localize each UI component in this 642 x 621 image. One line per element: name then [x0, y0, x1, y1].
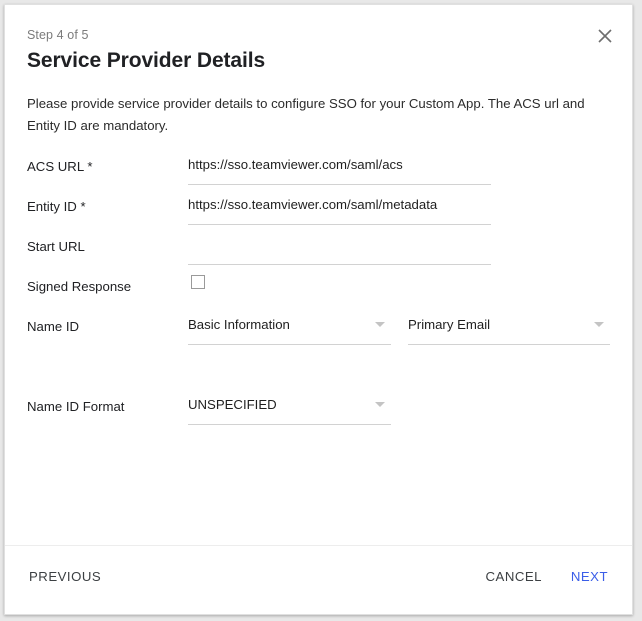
chevron-down-icon — [375, 322, 385, 327]
start-url-input[interactable] — [188, 227, 491, 265]
previous-button[interactable]: PREVIOUS — [29, 568, 101, 586]
name-id-label: Name ID — [27, 319, 80, 334]
page-title: Service Provider Details — [27, 49, 266, 72]
chevron-down-icon — [594, 322, 604, 327]
name-id-attribute-value: Primary Email — [408, 317, 491, 332]
name-id-category-value: Basic Information — [188, 317, 290, 332]
field-row-entity-id: Entity ID * https://sso.teamviewer.com/s… — [5, 187, 632, 227]
close-icon — [598, 29, 612, 43]
signed-response-label: Signed Response — [27, 279, 132, 294]
entity-id-value: https://sso.teamviewer.com/saml/metadata — [188, 197, 438, 212]
name-id-format-select[interactable]: UNSPECIFIED — [188, 387, 391, 425]
cancel-button[interactable]: CANCEL — [486, 568, 543, 586]
step-indicator: Step 4 of 5 — [27, 28, 89, 42]
acs-url-label: ACS URL * — [27, 159, 93, 174]
field-row-signed-response: Signed Response — [5, 267, 632, 307]
entity-id-input[interactable]: https://sso.teamviewer.com/saml/metadata — [188, 187, 491, 225]
dialog-header: Step 4 of 5 Service Provider Details Ple… — [5, 5, 632, 137]
field-row-acs-url: ACS URL * https://sso.teamviewer.com/sam… — [5, 147, 632, 187]
form-spacer — [5, 347, 632, 387]
next-button[interactable]: NEXT — [571, 568, 608, 586]
dialog-description: Please provide service provider details … — [27, 96, 585, 133]
acs-url-value: https://sso.teamviewer.com/saml/acs — [188, 157, 403, 172]
signed-response-checkbox[interactable] — [191, 275, 205, 289]
field-row-start-url: Start URL — [5, 227, 632, 267]
close-button[interactable] — [592, 23, 618, 49]
service-provider-form: ACS URL * https://sso.teamviewer.com/sam… — [5, 147, 632, 427]
chevron-down-icon — [375, 402, 385, 407]
name-id-category-select[interactable]: Basic Information — [188, 307, 391, 345]
acs-url-input[interactable]: https://sso.teamviewer.com/saml/acs — [188, 147, 491, 185]
name-id-attribute-select[interactable]: Primary Email — [408, 307, 610, 345]
field-row-name-id: Name ID Basic Information Primary Email — [5, 307, 632, 347]
dialog-footer: PREVIOUS CANCEL NEXT — [5, 545, 632, 614]
service-provider-details-dialog: Step 4 of 5 Service Provider Details Ple… — [4, 4, 633, 615]
field-row-name-id-format: Name ID Format UNSPECIFIED — [5, 387, 632, 427]
start-url-label: Start URL — [27, 239, 85, 254]
name-id-format-value: UNSPECIFIED — [188, 397, 277, 412]
entity-id-label: Entity ID * — [27, 199, 86, 214]
name-id-format-label: Name ID Format — [27, 399, 125, 414]
